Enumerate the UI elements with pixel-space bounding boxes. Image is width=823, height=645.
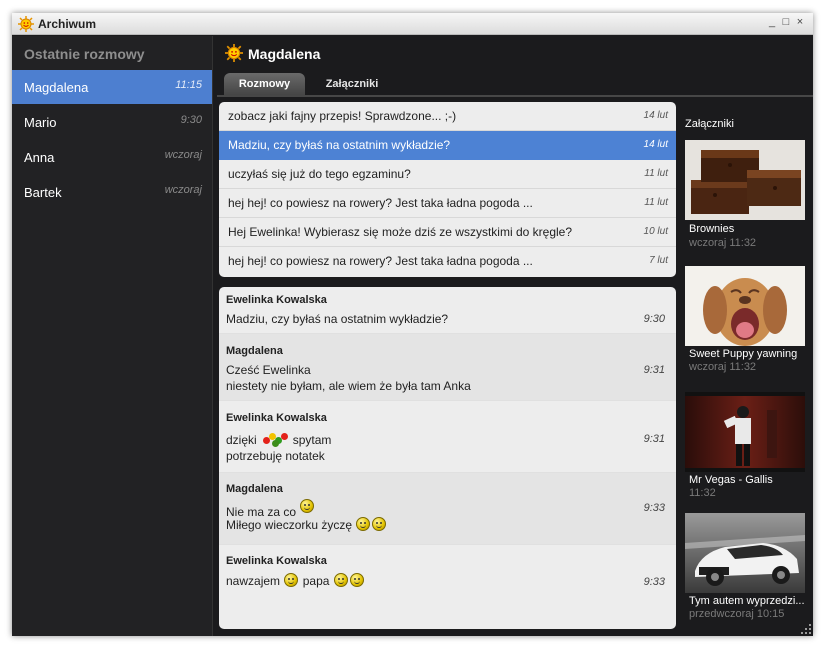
message-text-line: dzięki spytam <box>226 431 331 447</box>
message: Magdalena Cześć Ewelinka niestety nie by… <box>219 334 676 401</box>
brownies-photo[interactable] <box>685 140 805 220</box>
flowers-icon <box>261 431 289 447</box>
message-author: Magdalena <box>226 345 283 357</box>
message-time: 9:33 <box>643 502 665 514</box>
puppy-photo[interactable] <box>685 266 805 346</box>
attachment-date: wczoraj 11:32 <box>689 237 757 249</box>
message: Ewelinka Kowalska Madziu, czy byłaś na o… <box>219 287 676 334</box>
message-text: niestety nie byłam, ale wiem że była tam… <box>226 379 471 393</box>
message-text: nawzajem <box>226 574 281 588</box>
wink-icon <box>372 517 387 531</box>
contact-time: 11:15 <box>175 79 202 91</box>
close-button[interactable]: × <box>793 16 807 28</box>
message-time: 9:31 <box>643 433 665 445</box>
title-bar[interactable]: Archiwum _ □ × <box>12 13 813 35</box>
message-text: Cześć Ewelinka <box>226 363 311 377</box>
message-text: Madziu, czy byłaś na ostatnim wykładzie? <box>226 312 449 326</box>
conversation-row-selected[interactable]: Madziu, czy byłaś na ostatnim wykładzie?… <box>219 131 676 160</box>
message-text-line: Nie ma za co <box>226 499 315 519</box>
conversation-date: 10 lut <box>643 226 668 237</box>
conversation-preview: Madziu, czy byłaś na ostatnim wykładzie? <box>228 138 451 152</box>
contact-name: Mario <box>24 115 57 130</box>
contact-mario[interactable]: Mario 9:30 <box>12 105 212 139</box>
window-controls: _ □ × <box>765 16 807 28</box>
conversation-preview: Hej Ewelinka! Wybierasz się może dziś ze… <box>228 225 573 239</box>
attachment-name[interactable]: Brownies <box>689 223 734 235</box>
conversation-contact-name: Magdalena <box>248 46 321 62</box>
conversation-date: 14 lut <box>643 139 668 150</box>
attachment-name[interactable]: Mr Vegas - Gallis <box>689 474 773 486</box>
conversation-row[interactable]: uczyłaś się już do tego egzaminu? 11 lut <box>219 160 676 189</box>
smiley-icon <box>284 573 299 587</box>
message-time: 9:33 <box>643 576 665 588</box>
contact-name: Anna <box>24 150 55 165</box>
attachments-title: Załączniki <box>685 118 734 130</box>
message: Ewelinka Kowalska nawzajem papa 9:33 <box>219 545 676 597</box>
contact-time: wczoraj <box>164 149 202 161</box>
message-text: papa <box>302 574 330 588</box>
conversation-list: zobacz jaki fajny przepis! Sprawdzone...… <box>219 102 676 277</box>
wink-icon <box>349 573 364 587</box>
car-photo[interactable] <box>685 513 805 593</box>
contact-anna[interactable]: Anna wczoraj <box>12 140 212 174</box>
contact-time: 9:30 <box>180 114 202 126</box>
conversation-row[interactable]: hej hej! co powiesz na rowery? Jest taka… <box>219 247 676 276</box>
conversation-row[interactable]: Hej Ewelinka! Wybierasz się może dziś ze… <box>219 218 676 247</box>
conversation-date: 7 lut <box>649 255 668 266</box>
sun-avatar-icon <box>225 44 243 62</box>
tab-divider <box>217 95 813 97</box>
contact-magdalena[interactable]: Magdalena 11:15 <box>12 70 212 104</box>
resize-grip-icon[interactable] <box>801 624 811 634</box>
minimize-button[interactable]: _ <box>765 16 779 28</box>
conversation-preview: hej hej! co powiesz na rowery? Jest taka… <box>228 196 533 210</box>
attachment-date: 11:32 <box>689 487 716 499</box>
sidebar-title: Ostatnie rozmowy <box>24 46 145 62</box>
smiley-icon <box>356 517 371 531</box>
main-panel: Magdalena Rozmowy Załączniki zobacz jaki… <box>213 36 813 636</box>
contact-time: wczoraj <box>164 184 202 196</box>
window-title: Archiwum <box>38 17 97 31</box>
attachment-name[interactable]: Sweet Puppy yawning <box>689 348 797 360</box>
conversation-date: 14 lut <box>643 110 668 121</box>
message-text-line: Miłego wieczorku życzę <box>226 517 387 532</box>
contact-name: Magdalena <box>24 80 89 95</box>
message-author: Ewelinka Kowalska <box>226 412 327 424</box>
message-text-line: nawzajem papa <box>226 573 365 588</box>
contact-name: Bartek <box>24 185 62 200</box>
smiley-icon <box>300 499 315 513</box>
message-text: Miłego wieczorku życzę <box>226 518 353 532</box>
message: Magdalena Nie ma za co Miłego wieczorku … <box>219 473 676 545</box>
video-thumbnail[interactable] <box>685 392 805 472</box>
message-thread: Ewelinka Kowalska Madziu, czy byłaś na o… <box>219 287 676 629</box>
sun-logo-icon <box>18 16 34 32</box>
tab-conversations[interactable]: Rozmowy <box>224 73 305 95</box>
maximize-button[interactable]: □ <box>779 16 793 28</box>
message-text: potrzebuję notatek <box>226 449 325 463</box>
message-text: spytam <box>292 433 332 447</box>
attachment-date: wczoraj 11:32 <box>689 361 757 373</box>
smiley-icon <box>333 573 348 587</box>
conversation-row[interactable]: hej hej! co powiesz na rowery? Jest taka… <box>219 189 676 218</box>
recent-conversations-sidebar: Ostatnie rozmowy Magdalena 11:15 Mario 9… <box>12 36 213 636</box>
attachment-date: przedwczoraj 10:15 <box>689 608 785 620</box>
message: Ewelinka Kowalska dzięki spytam potrzebuj… <box>219 401 676 473</box>
message-time: 9:31 <box>643 364 665 376</box>
message-author: Ewelinka Kowalska <box>226 555 327 567</box>
attachment-name[interactable]: Tym autem wyprzedzi... <box>689 595 805 607</box>
message-author: Ewelinka Kowalska <box>226 294 327 306</box>
message-text: dzięki <box>226 433 257 447</box>
conversation-row[interactable]: zobacz jaki fajny przepis! Sprawdzone...… <box>219 102 676 131</box>
message-time: 9:30 <box>643 313 665 325</box>
contact-bartek[interactable]: Bartek wczoraj <box>12 175 212 209</box>
conversation-preview: zobacz jaki fajny przepis! Sprawdzone...… <box>228 109 457 123</box>
conversation-preview: uczyłaś się już do tego egzaminu? <box>228 167 411 181</box>
message-author: Magdalena <box>226 483 283 495</box>
conversation-date: 11 lut <box>644 197 668 208</box>
tab-attachments[interactable]: Załączniki <box>312 73 392 95</box>
conversation-date: 11 lut <box>644 168 668 179</box>
conversation-preview: hej hej! co powiesz na rowery? Jest taka… <box>228 254 533 268</box>
archive-window: Archiwum _ □ × Ostatnie rozmowy Magdalena … <box>12 13 813 636</box>
